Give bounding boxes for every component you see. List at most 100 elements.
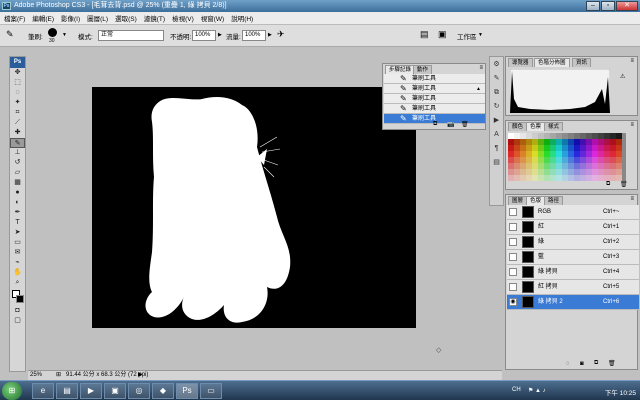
tab-actions[interactable]: 動作 — [413, 65, 433, 74]
path-selection-tool-icon[interactable]: ➤ — [10, 228, 25, 238]
menu-edit[interactable]: 編輯(E) — [32, 13, 54, 23]
zoom-level[interactable]: 25% — [30, 371, 42, 380]
channel-row-rgb[interactable]: RGB Ctrl+~ — [507, 205, 639, 220]
tab-paths[interactable]: 路徑 — [544, 196, 564, 205]
panel-menu-icon[interactable]: ≡ — [630, 122, 634, 128]
history-panel-icon[interactable]: ↻ — [490, 100, 503, 113]
channel-row-green-copy-2[interactable]: ◉ 綠 拷貝 2 Ctrl+6 — [507, 295, 639, 310]
history-item[interactable]: ✎ 筆刷工具 — [384, 104, 485, 114]
menu-image[interactable]: 影像(I) — [61, 13, 80, 23]
lasso-tool-icon[interactable]: ◌ — [10, 88, 25, 98]
type-tool-icon[interactable]: T — [10, 218, 25, 228]
eraser-tool-icon[interactable]: ▱ — [10, 168, 25, 178]
visibility-toggle[interactable] — [509, 208, 517, 216]
new-channel-icon[interactable]: ⧉ — [594, 360, 598, 367]
system-clock[interactable]: 下午 10:25 — [605, 387, 636, 397]
move-tool-icon[interactable]: ✥ — [10, 68, 25, 78]
dodge-tool-icon[interactable]: ◐ — [10, 198, 25, 208]
opacity-input[interactable]: 100% — [192, 30, 216, 41]
history-item[interactable]: ✎ 筆刷工具 — [384, 84, 485, 94]
workspace-chevron-icon[interactable]: ▼ — [478, 32, 483, 38]
taskbar-ie-icon[interactable]: e — [32, 383, 54, 399]
magic-wand-tool-icon[interactable]: ✦ — [10, 98, 25, 108]
slice-tool-icon[interactable]: ⟋ — [10, 118, 25, 128]
history-scrollbar[interactable]: ▲ — [476, 86, 481, 92]
eyedropper-tool-icon[interactable]: ⌁ — [10, 258, 25, 268]
workspace-button[interactable]: 工作區 — [457, 31, 477, 41]
history-item[interactable]: ✎ 筆刷工具 — [384, 94, 485, 104]
menu-layer[interactable]: 圖層(L) — [87, 13, 108, 23]
visibility-toggle[interactable] — [509, 223, 517, 231]
chevron-down-icon[interactable]: ▼ — [62, 32, 67, 38]
status-menu-arrow-icon[interactable]: ▶ — [138, 371, 143, 380]
shape-tool-icon[interactable]: ▭ — [10, 238, 25, 248]
zoom-tool-icon[interactable]: ⌕ — [10, 278, 25, 288]
channel-row-blue[interactable]: 藍 Ctrl+3 — [507, 250, 639, 265]
layer-comps-icon[interactable]: ▤ — [490, 156, 503, 169]
hand-tool-icon[interactable]: ✋ — [10, 268, 25, 278]
crop-tool-icon[interactable]: ⌗ — [10, 108, 25, 118]
flow-slider-arrow-icon[interactable]: ▶ — [268, 32, 272, 38]
taskbar-chrome-icon[interactable]: ◎ — [128, 383, 150, 399]
tray-icons[interactable]: ⚑ ▲ ♪ — [528, 387, 546, 394]
visibility-toggle[interactable] — [509, 268, 517, 276]
brush-tool-icon[interactable]: ✎ — [6, 29, 14, 40]
maximize-button[interactable]: ▫ — [601, 1, 615, 11]
tab-history[interactable]: 步驟記錄 — [385, 65, 416, 74]
eye-icon[interactable]: ◉ — [509, 298, 517, 306]
close-button[interactable]: ✕ — [616, 1, 638, 11]
taskbar-photoshop-icon[interactable]: Ps — [176, 383, 198, 399]
new-swatch-icon[interactable]: ⧉ — [606, 181, 610, 188]
panel-menu-icon[interactable]: ≡ — [630, 58, 634, 64]
pen-tool-icon[interactable]: ✒ — [10, 208, 25, 218]
taskbar-media-icon[interactable]: ▶ — [80, 383, 102, 399]
delete-channel-icon[interactable]: 🗑 — [608, 360, 616, 367]
taskbar-folder-icon[interactable]: ▣ — [104, 383, 126, 399]
taskbar-window-icon[interactable]: ▭ — [200, 383, 222, 399]
menu-file[interactable]: 檔案(F) — [4, 13, 25, 23]
menu-view[interactable]: 檢視(V) — [172, 13, 194, 23]
tab-swatches[interactable]: 色票 — [526, 122, 546, 131]
palette-well-icon[interactable]: ▤ — [420, 29, 429, 40]
character-panel-icon[interactable]: A — [490, 128, 503, 141]
save-selection-channel-icon[interactable]: ◙ — [580, 361, 584, 367]
menu-filter[interactable]: 濾鏡(T) — [144, 13, 165, 23]
brush-preset-picker[interactable] — [48, 28, 57, 37]
marquee-tool-icon[interactable]: ⬚ — [10, 78, 25, 88]
tab-styles[interactable]: 樣式 — [544, 122, 564, 131]
tab-histogram[interactable]: 色階分佈圖 — [534, 58, 570, 67]
new-document-from-state-icon[interactable]: ⧉ — [433, 121, 437, 128]
paragraph-panel-icon[interactable]: ¶ — [490, 142, 503, 155]
menu-select[interactable]: 選取(S) — [115, 13, 137, 23]
history-brush-tool-icon[interactable]: ↺ — [10, 158, 25, 168]
clone-source-icon[interactable]: ⧉ — [490, 86, 503, 99]
mode-select[interactable]: 正常 — [98, 30, 164, 41]
actions-panel-icon[interactable]: ▶ — [490, 114, 503, 127]
blur-tool-icon[interactable]: ● — [10, 188, 25, 198]
taskbar-app-icon[interactable]: ◆ — [152, 383, 174, 399]
input-language-indicator[interactable]: CH — [512, 387, 521, 393]
clone-stamp-tool-icon[interactable]: ⊥ — [10, 148, 25, 158]
airbrush-icon[interactable]: ✈ — [277, 29, 285, 40]
warning-icon[interactable]: ⚠ — [620, 73, 625, 80]
status-info-icon[interactable]: ⊞ — [56, 371, 61, 380]
gradient-tool-icon[interactable]: ▦ — [10, 178, 25, 188]
document-canvas[interactable] — [92, 87, 416, 328]
taskbar-explorer-icon[interactable]: ▤ — [56, 383, 78, 399]
tab-layers[interactable]: 圖層 — [508, 196, 528, 205]
tab-channels[interactable]: 色版 — [526, 196, 546, 205]
color-swatches[interactable] — [10, 288, 25, 306]
opacity-slider-arrow-icon[interactable]: ▶ — [218, 32, 222, 38]
panel-menu-icon[interactable]: ≡ — [630, 196, 634, 202]
delete-state-icon[interactable]: 🗑 — [461, 121, 469, 128]
channel-row-red[interactable]: 紅 Ctrl+1 — [507, 220, 639, 235]
visibility-toggle[interactable] — [509, 253, 517, 261]
tab-navigator[interactable]: 導覽器 — [508, 58, 533, 67]
history-item[interactable]: ✎ 筆刷工具 — [384, 74, 485, 84]
background-color-swatch[interactable] — [16, 295, 24, 303]
visibility-toggle[interactable] — [509, 283, 517, 291]
tab-color[interactable]: 顏色 — [508, 122, 528, 131]
tab-info[interactable]: 資訊 — [572, 58, 592, 67]
channel-row-green[interactable]: 綠 Ctrl+2 — [507, 235, 639, 250]
menu-help[interactable]: 說明(H) — [231, 13, 253, 23]
